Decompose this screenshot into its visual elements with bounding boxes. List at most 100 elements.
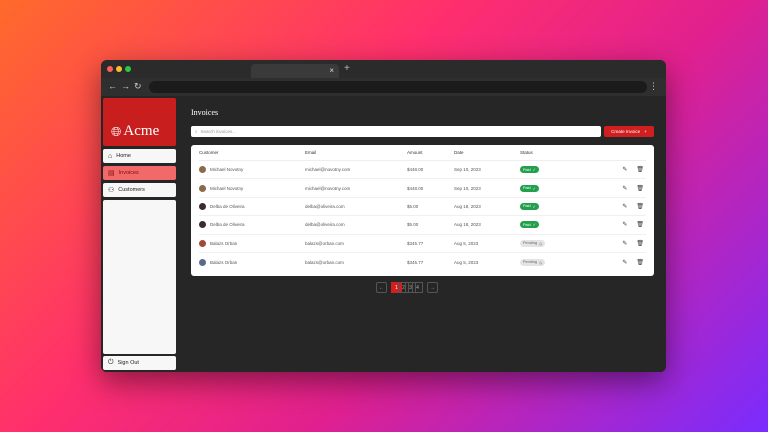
brand-logo: 🌐︎ Acme <box>111 123 159 140</box>
delete-icon[interactable]: 🗑 <box>636 221 644 228</box>
edit-icon[interactable]: ✎ <box>622 221 627 228</box>
browser-window: × + ← → ↻ ⋮ 🌐︎ Acme ⌂ Home ▤ Invoices ⚇ … <box>101 60 666 372</box>
edit-icon[interactable]: ✎ <box>622 185 627 192</box>
new-tab-button[interactable]: + <box>344 63 350 74</box>
customer-cell: Michael Novotny <box>199 166 305 174</box>
table-body: Michael Novotny michael@novotny.com $448… <box>199 161 646 271</box>
header-status: Status <box>520 150 533 155</box>
table-header: Customer Email Amount Date Status <box>199 145 646 161</box>
check-icon: ✓ <box>532 186 536 191</box>
customer-name: Balazs Orban <box>210 240 238 246</box>
row-actions: ✎ 🗑 <box>616 203 646 210</box>
table-row: Delba de Oliveira delba@oliveira.com $5.… <box>199 198 646 217</box>
status-badge: Paid ✓ <box>520 202 539 210</box>
table-row: Balazs Orban balazs@orban.com $345.77 Au… <box>199 235 646 253</box>
edit-icon[interactable]: ✎ <box>622 259 627 266</box>
customer-cell: Michael Novotny <box>199 184 305 192</box>
delete-icon[interactable]: 🗑 <box>636 166 644 173</box>
row-actions: ✎ 🗑 <box>616 259 646 266</box>
sidebar-spacer <box>103 200 176 354</box>
create-invoice-label: Create Invoice <box>611 129 641 134</box>
create-invoice-button[interactable]: Create Invoice + <box>604 126 654 137</box>
minimize-window-dot[interactable] <box>116 66 122 72</box>
clock-icon: ◷ <box>538 260 543 265</box>
sign-out-label: Sign Out <box>117 360 139 366</box>
email-cell: balazs@orban.com <box>305 240 344 246</box>
search-input[interactable]: ⌕ Search invoices... <box>191 126 601 137</box>
sidebar-item-label: Home <box>116 153 131 159</box>
status-label: Paid <box>523 186 531 191</box>
brand-block[interactable]: 🌐︎ Acme <box>103 98 176 146</box>
customer-name: Delba de Oliveira <box>210 222 245 228</box>
date-cell: Aug 5, 2023 <box>454 240 479 246</box>
next-page-button[interactable]: → <box>427 282 438 293</box>
close-window-dot[interactable] <box>107 66 113 72</box>
customer-name: Balazs Orban <box>210 259 238 265</box>
reload-icon[interactable]: ↻ <box>134 81 142 92</box>
row-actions: ✎ 🗑 <box>616 166 646 173</box>
delete-icon[interactable]: 🗑 <box>636 240 644 247</box>
date-cell: Sep 10, 2023 <box>454 185 481 191</box>
status-label: Paid <box>523 204 531 209</box>
back-icon[interactable]: ← <box>108 81 117 91</box>
avatar <box>199 184 206 192</box>
sidebar-item-label: Invoices <box>118 170 139 176</box>
status-badge: Pending ◷ <box>520 239 546 247</box>
delete-icon[interactable]: 🗑 <box>636 203 644 210</box>
edit-icon[interactable]: ✎ <box>622 240 627 247</box>
header-customer: Customer <box>199 150 219 155</box>
browser-toolbar: ← → ↻ ⋮ <box>101 78 666 96</box>
address-bar[interactable] <box>149 81 647 93</box>
avatar <box>199 166 206 174</box>
date-cell: Sep 10, 2023 <box>454 167 481 173</box>
status-cell: Paid ✓ <box>520 202 616 210</box>
power-icon: ⏻ <box>108 359 114 366</box>
amount-cell: $5.00 <box>407 222 419 228</box>
table-row: Michael Novotny michael@novotny.com $448… <box>199 179 646 198</box>
date-cell: Aug 18, 2023 <box>454 203 481 209</box>
email-cell: michael@novotny.com <box>305 185 351 191</box>
delete-icon[interactable]: 🗑 <box>636 185 644 192</box>
header-amount: Amount <box>407 150 423 155</box>
header-date: Date <box>454 150 464 155</box>
amount-cell: $5.00 <box>407 203 419 209</box>
delete-icon[interactable]: 🗑 <box>636 259 644 266</box>
forward-icon[interactable]: → <box>121 81 130 91</box>
sign-out-button[interactable]: ⏻ Sign Out <box>103 356 176 370</box>
check-icon: ✓ <box>532 223 536 228</box>
status-cell: Paid ✓ <box>520 221 616 229</box>
amount-cell: $448.00 <box>407 185 424 191</box>
customer-name: Michael Novotny <box>210 185 244 191</box>
check-icon: ✓ <box>532 204 536 209</box>
status-label: Paid <box>523 167 531 172</box>
close-tab-icon[interactable]: × <box>329 66 334 75</box>
table-row: Michael Novotny michael@novotny.com $448… <box>199 161 646 180</box>
edit-icon[interactable]: ✎ <box>622 166 627 173</box>
customer-cell: Balazs Orban <box>199 239 305 247</box>
plus-icon: + <box>644 129 647 134</box>
sidebar-item-home[interactable]: ⌂ Home <box>103 149 176 163</box>
browser-tab[interactable]: × <box>251 64 339 78</box>
page-4-button[interactable]: 4 <box>412 282 423 293</box>
app-content: 🌐︎ Acme ⌂ Home ▤ Invoices ⚇ Customers ⏻ … <box>101 96 666 372</box>
invoice-icon: ▤ <box>108 170 115 177</box>
page-title: Invoices <box>191 108 219 117</box>
amount-cell: $345.77 <box>407 240 424 246</box>
avatar <box>199 221 206 229</box>
row-actions: ✎ 🗑 <box>616 185 646 192</box>
search-icon: ⌕ <box>195 129 198 134</box>
browser-menu-icon[interactable]: ⋮ <box>649 81 658 92</box>
edit-icon[interactable]: ✎ <box>622 203 627 210</box>
sidebar-item-customers[interactable]: ⚇ Customers <box>103 183 176 197</box>
globe-icon: 🌐︎ <box>111 123 122 139</box>
status-badge: Paid ✓ <box>520 166 539 174</box>
email-cell: michael@novotny.com <box>305 167 351 173</box>
email-cell: delba@oliveira.com <box>305 222 345 228</box>
avatar <box>199 239 206 247</box>
search-placeholder: Search invoices... <box>200 129 237 134</box>
sidebar-item-invoices[interactable]: ▤ Invoices <box>103 166 176 180</box>
prev-page-button[interactable]: ← <box>376 282 387 293</box>
maximize-window-dot[interactable] <box>125 66 131 72</box>
table-row: Delba de Oliveira delba@oliveira.com $5.… <box>199 216 646 235</box>
email-cell: balazs@orban.com <box>305 259 344 265</box>
